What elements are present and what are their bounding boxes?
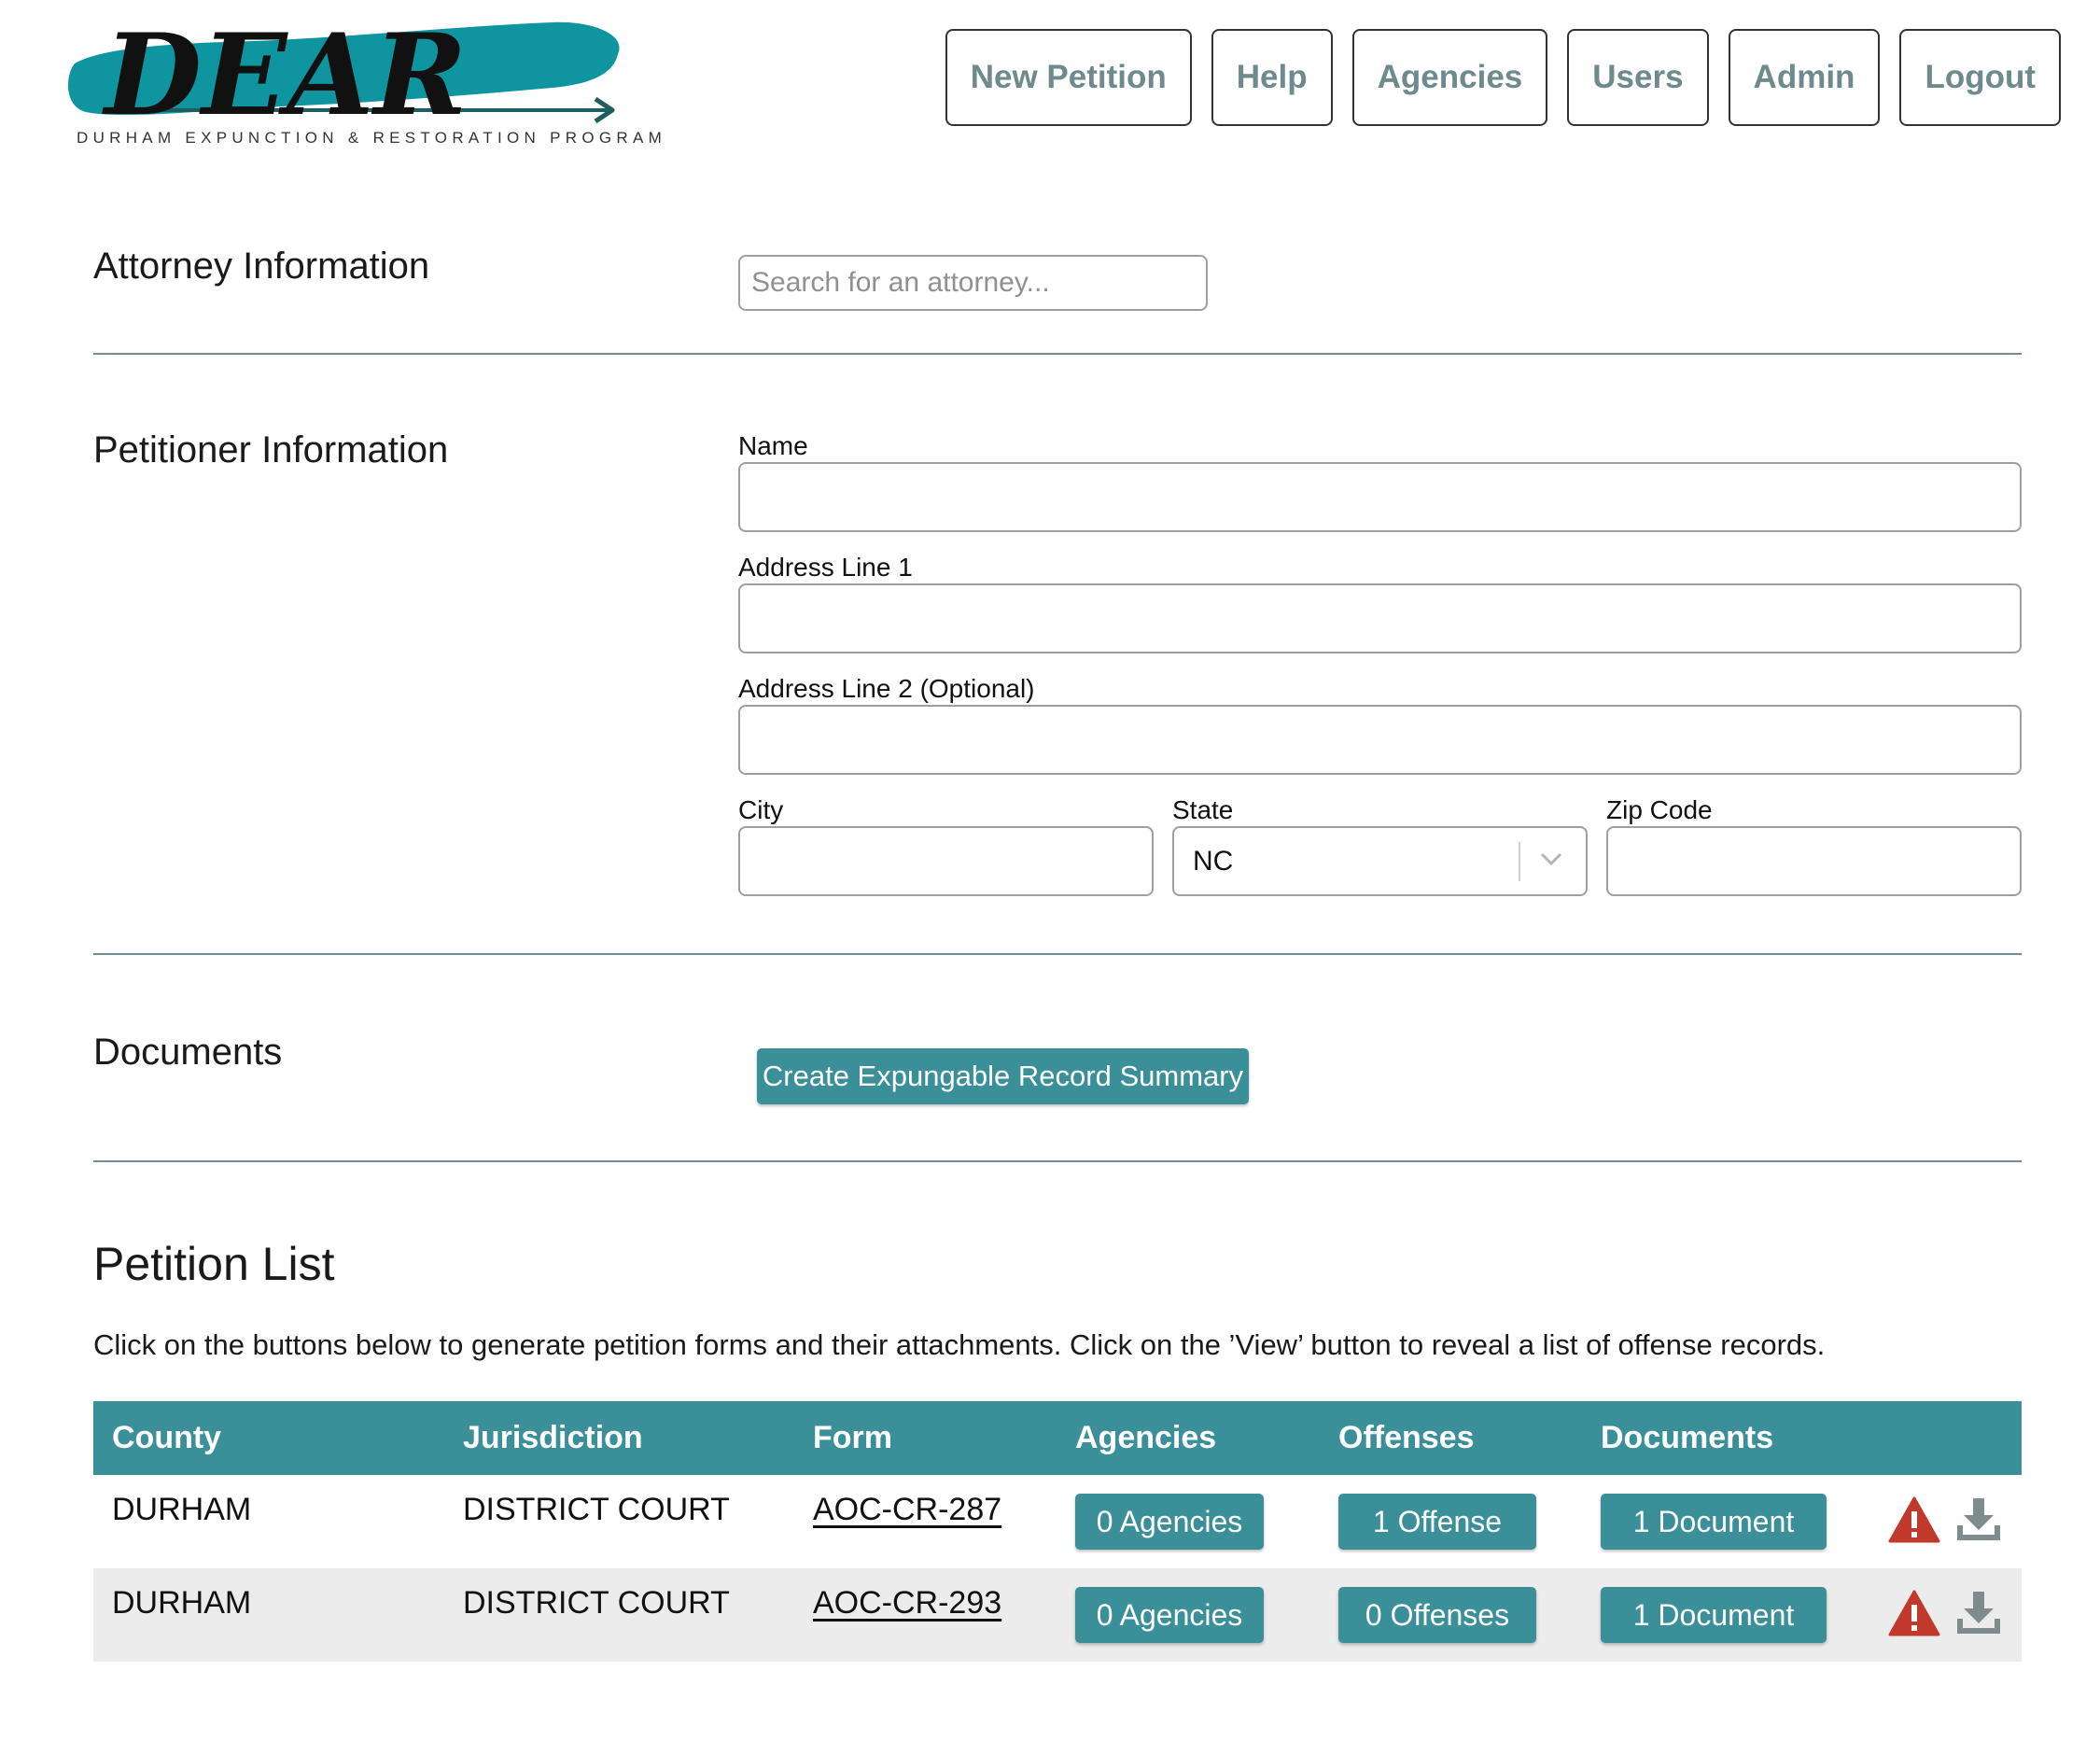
documents-button[interactable]: 1 Document: [1601, 1494, 1827, 1550]
logo-word: DEAR: [102, 9, 467, 131]
agencies-button[interactable]: 0 Agencies: [1075, 1494, 1264, 1550]
county-cell: DURHAM: [112, 1585, 252, 1621]
state-select-value: NC: [1193, 846, 1234, 877]
new-petition-button[interactable]: New Petition: [945, 29, 1192, 126]
address-line-1-input[interactable]: [738, 583, 2022, 653]
petitioner-section-title: Petitioner Information: [93, 429, 449, 470]
name-input[interactable]: [738, 462, 2022, 532]
logo: DEAR DURHAM EXPUNCTION & RESTORATION PRO…: [67, 9, 667, 154]
city-input[interactable]: [738, 826, 1154, 896]
state-label: State: [1172, 795, 1234, 824]
table-header: County Jurisdiction Form Agencies Offens…: [93, 1401, 2022, 1475]
column-header-county: County: [112, 1420, 222, 1455]
city-label: City: [738, 795, 784, 824]
state-select[interactable]: NC: [1172, 826, 1588, 896]
petition-list-description: Click on the buttons below to generate p…: [93, 1328, 1826, 1361]
main-nav: New Petition Help Agencies Users Admin L…: [945, 29, 2061, 126]
county-cell: DURHAM: [112, 1492, 252, 1527]
agencies-button[interactable]: Agencies: [1351, 29, 1548, 126]
table-row: DURHAM DISTRICT COURT AOC-CR-287 0 Agenc…: [93, 1475, 2022, 1568]
chevron-down-icon[interactable]: [1539, 850, 1563, 867]
attorney-search-input[interactable]: Search for an attorney...: [738, 255, 1208, 311]
admin-button[interactable]: Admin: [1728, 29, 1881, 126]
column-header-jurisdiction: Jurisdiction: [463, 1420, 643, 1455]
form-link[interactable]: AOC-CR-287: [813, 1492, 1001, 1528]
table-row: DURHAM DISTRICT COURT AOC-CR-293 0 Agenc…: [93, 1568, 2022, 1662]
select-separator: [1519, 842, 1520, 881]
logo-brush-icon: DEAR: [67, 9, 620, 131]
offenses-button[interactable]: 0 Offenses: [1338, 1587, 1536, 1643]
logo-subtitle: DURHAM EXPUNCTION & RESTORATION PROGRAM: [77, 129, 667, 147]
name-label: Name: [738, 431, 808, 460]
address-line-2-label: Address Line 2 (Optional): [738, 674, 1035, 703]
column-header-agencies: Agencies: [1075, 1420, 1217, 1455]
zip-code-input[interactable]: [1606, 826, 2022, 896]
logout-button[interactable]: Logout: [1899, 29, 2061, 126]
download-icon[interactable]: [1954, 1495, 2003, 1544]
petition-table: County Jurisdiction Form Agencies Offens…: [93, 1401, 2022, 1662]
divider: [93, 353, 2022, 355]
jurisdiction-cell: DISTRICT COURT: [463, 1492, 730, 1527]
documents-section-title: Documents: [93, 1032, 283, 1073]
form-link[interactable]: AOC-CR-293: [813, 1585, 1001, 1622]
divider: [93, 953, 2022, 955]
agencies-button[interactable]: 0 Agencies: [1075, 1587, 1264, 1643]
create-expungable-record-summary-button[interactable]: Create Expungable Record Summary: [757, 1048, 1249, 1104]
column-header-offenses: Offenses: [1338, 1420, 1475, 1455]
warning-triangle-icon[interactable]: [1887, 1589, 1941, 1637]
documents-button[interactable]: 1 Document: [1601, 1587, 1827, 1643]
column-header-form: Form: [813, 1420, 892, 1455]
column-header-documents: Documents: [1601, 1420, 1774, 1455]
address-line-2-input[interactable]: [738, 705, 2022, 775]
help-button[interactable]: Help: [1211, 29, 1333, 126]
warning-triangle-icon[interactable]: [1887, 1495, 1941, 1544]
jurisdiction-cell: DISTRICT COURT: [463, 1585, 730, 1621]
divider: [93, 1160, 2022, 1162]
zip-code-label: Zip Code: [1606, 795, 1713, 824]
offenses-button[interactable]: 1 Offense: [1338, 1494, 1536, 1550]
attorney-section-title: Attorney Information: [93, 246, 430, 287]
petition-list-title: Petition List: [93, 1238, 335, 1290]
users-button[interactable]: Users: [1567, 29, 1709, 126]
address-line-1-label: Address Line 1: [738, 553, 913, 582]
download-icon[interactable]: [1954, 1589, 2003, 1637]
